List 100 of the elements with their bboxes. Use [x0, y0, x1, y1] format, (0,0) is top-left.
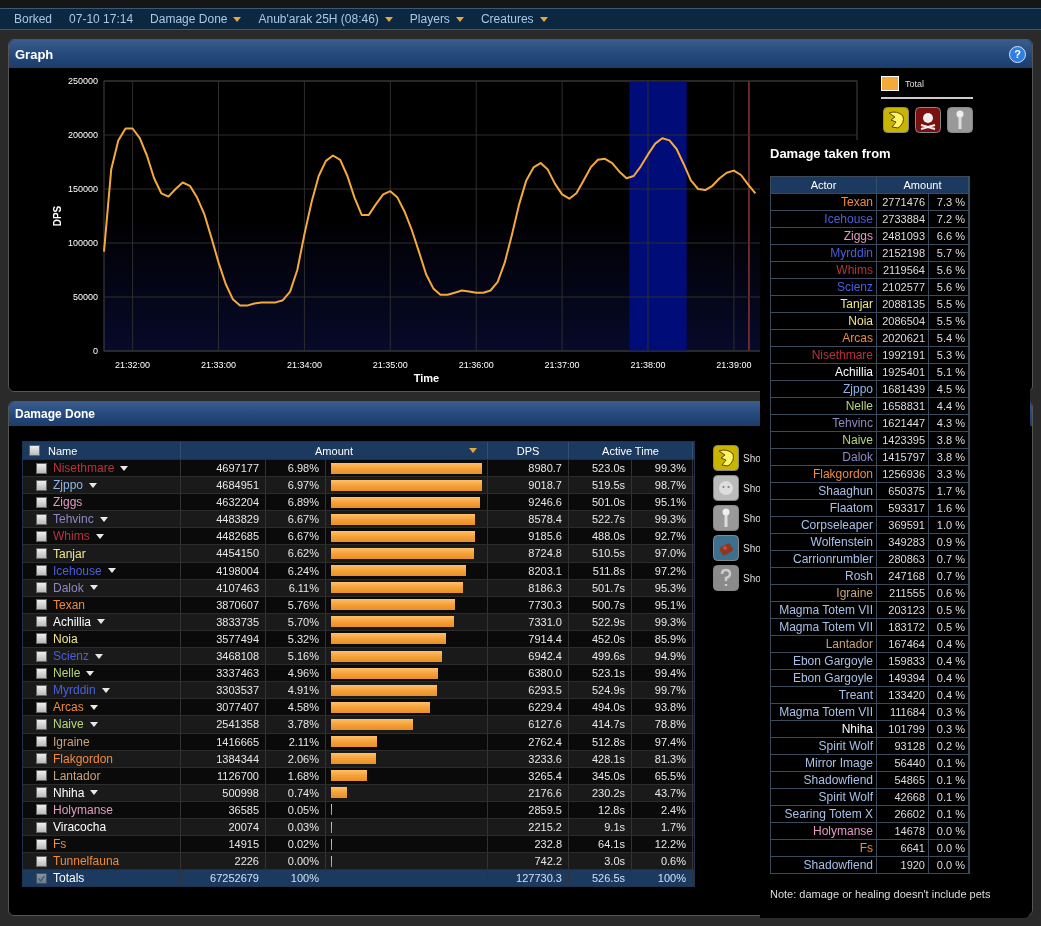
- filter-label[interactable]: Sho: [743, 572, 761, 584]
- checkbox[interactable]: [36, 548, 47, 559]
- actor-name: Zjppo: [771, 381, 877, 397]
- percent-cell: 5.7 %: [929, 245, 969, 261]
- checkbox[interactable]: [36, 667, 47, 679]
- checkbox[interactable]: [36, 479, 47, 491]
- table-row[interactable]: Nisethmare 4697177 6.98% 8980.7 523.0s 99.3%: [23, 459, 694, 477]
- caret-icon[interactable]: [95, 653, 104, 659]
- caret-icon[interactable]: [95, 533, 104, 539]
- table-row[interactable]: Whims 4482685 6.67% 9185.6 488.0s 92.7%: [23, 527, 694, 545]
- checkbox[interactable]: [36, 462, 47, 474]
- question-icon[interactable]: [713, 565, 739, 591]
- table-row[interactable]: Nelle 3337463 4.96% 6380.0 523.1s 99.4%: [23, 664, 694, 682]
- checkbox[interactable]: [36, 650, 47, 662]
- checkbox[interactable]: [36, 582, 47, 594]
- dps-cell: 127730.3: [488, 870, 569, 887]
- bag-icon[interactable]: [713, 535, 739, 561]
- checkbox[interactable]: [36, 736, 47, 748]
- active-percent-cell: 65.5%: [632, 767, 693, 784]
- column-header[interactable]: Name: [48, 444, 78, 457]
- checkbox[interactable]: [36, 530, 47, 542]
- checkbox[interactable]: [29, 445, 40, 456]
- y-tick-label: 200000: [67, 130, 98, 140]
- checkbox[interactable]: [36, 718, 47, 730]
- amount-cell: 593317: [877, 500, 929, 516]
- dropdown-caret-icon[interactable]: [455, 16, 464, 22]
- filter-label[interactable]: Sho: [743, 452, 761, 464]
- checkbox[interactable]: [36, 838, 47, 850]
- table-row[interactable]: Tehvinc 4483829 6.67% 8578.4 522.7s 99.3%: [23, 510, 694, 528]
- amount-cell: 67252679: [181, 870, 266, 887]
- table-row[interactable]: Tunnelfauna 2226 0.00% 742.2 3.0s 0.6%: [23, 852, 694, 870]
- table-row[interactable]: Arcas 3077407 4.58% 6229.4 494.0s 93.8%: [23, 698, 694, 716]
- skull-icon[interactable]: [915, 107, 941, 133]
- top-bar-item[interactable]: Anub'arak 25H (08:46): [258, 12, 393, 26]
- checkbox[interactable]: [36, 804, 47, 816]
- actor-name: Shadowfiend: [771, 772, 877, 788]
- amount-cell: 42668: [877, 789, 929, 805]
- filter-label[interactable]: Sho: [743, 542, 761, 554]
- checkbox[interactable]: [36, 633, 47, 645]
- checkbox[interactable]: [36, 701, 47, 713]
- caret-icon[interactable]: [97, 619, 105, 625]
- filter-label[interactable]: Sho: [743, 512, 761, 524]
- top-bar-item[interactable]: Creatures: [480, 12, 548, 26]
- totem-icon[interactable]: [713, 505, 739, 531]
- caret-icon[interactable]: [89, 482, 98, 488]
- x-tick-label: 21:32:00: [115, 360, 151, 370]
- filter-label[interactable]: Sho: [743, 482, 761, 494]
- checkbox[interactable]: [36, 684, 47, 696]
- top-bar-item[interactable]: Players: [409, 12, 464, 26]
- column-header[interactable]: Amount: [315, 444, 353, 457]
- caret-icon[interactable]: [86, 670, 95, 676]
- dps-cell: 2176.6: [488, 784, 569, 801]
- dropdown-caret-icon[interactable]: [384, 16, 393, 22]
- checkbox[interactable]: [36, 565, 47, 577]
- dps-cell: 3265.4: [488, 767, 569, 784]
- active-percent-cell: 81.3%: [632, 750, 693, 767]
- player-name: Zjppo: [53, 478, 84, 493]
- checkbox[interactable]: [36, 599, 47, 611]
- percent-cell: 5.3 %: [929, 347, 969, 363]
- dropdown-caret-icon[interactable]: [233, 16, 242, 22]
- top-bar-item[interactable]: 07-10 17:14: [69, 12, 134, 26]
- checkbox[interactable]: [36, 616, 47, 628]
- sort-caret-icon[interactable]: [469, 448, 477, 453]
- table-row[interactable]: Fs 14915 0.02% 232.8 64.1s 12.2%: [23, 835, 694, 853]
- checkbox[interactable]: [36, 496, 47, 508]
- percent-cell: 6.62%: [266, 545, 326, 562]
- column-header[interactable]: DPS: [516, 444, 540, 457]
- checkbox[interactable]: [36, 821, 47, 833]
- claw-icon[interactable]: [883, 107, 909, 133]
- checkbox[interactable]: [36, 872, 47, 884]
- top-bar-item[interactable]: Damage Done: [150, 12, 242, 26]
- caret-icon[interactable]: [90, 790, 99, 796]
- claw-icon[interactable]: [713, 445, 739, 471]
- checkbox[interactable]: [36, 787, 47, 799]
- column-header[interactable]: Active Time: [602, 444, 659, 457]
- checkbox[interactable]: [36, 855, 47, 867]
- caret-icon[interactable]: [89, 585, 98, 591]
- face-icon[interactable]: [713, 475, 739, 501]
- top-bar-item[interactable]: Borked: [14, 12, 53, 26]
- dropdown-caret-icon[interactable]: [539, 16, 548, 22]
- table-row[interactable]: Myrddin 3303537 4.91% 6293.5 524.9s 99.7%: [23, 681, 694, 699]
- totem-icon[interactable]: [947, 107, 973, 133]
- percent-cell: 100%: [266, 870, 326, 887]
- caret-icon[interactable]: [99, 516, 108, 522]
- table-row[interactable]: Scienz 3468108 5.16% 6942.4 499.6s 94.9%: [23, 647, 694, 665]
- help-button[interactable]: ?: [1009, 45, 1026, 63]
- caret-icon[interactable]: [101, 687, 110, 693]
- actor-name: Nhiha: [771, 721, 877, 737]
- time-cell: 512.8s: [569, 733, 632, 750]
- caret-icon[interactable]: [120, 465, 129, 471]
- checkbox[interactable]: [36, 513, 47, 525]
- caret-icon[interactable]: [107, 568, 116, 574]
- caret-icon[interactable]: [89, 704, 98, 710]
- table-row[interactable]: Zjppo 4684951 6.97% 9018.7 519.5s 98.7%: [23, 476, 694, 494]
- checkbox[interactable]: [36, 770, 47, 782]
- caret-icon[interactable]: [89, 721, 98, 727]
- table-row[interactable]: Ziggs 4632204 6.89% 9246.6 501.0s 95.1%: [23, 493, 694, 511]
- checkbox[interactable]: [36, 753, 47, 765]
- table-row[interactable]: Naive 2541358 3.78% 6127.6 414.7s 78.8%: [23, 715, 694, 733]
- table-row[interactable]: Tanjar 4454150 6.62% 8724.8 510.5s 97.0%: [23, 544, 694, 562]
